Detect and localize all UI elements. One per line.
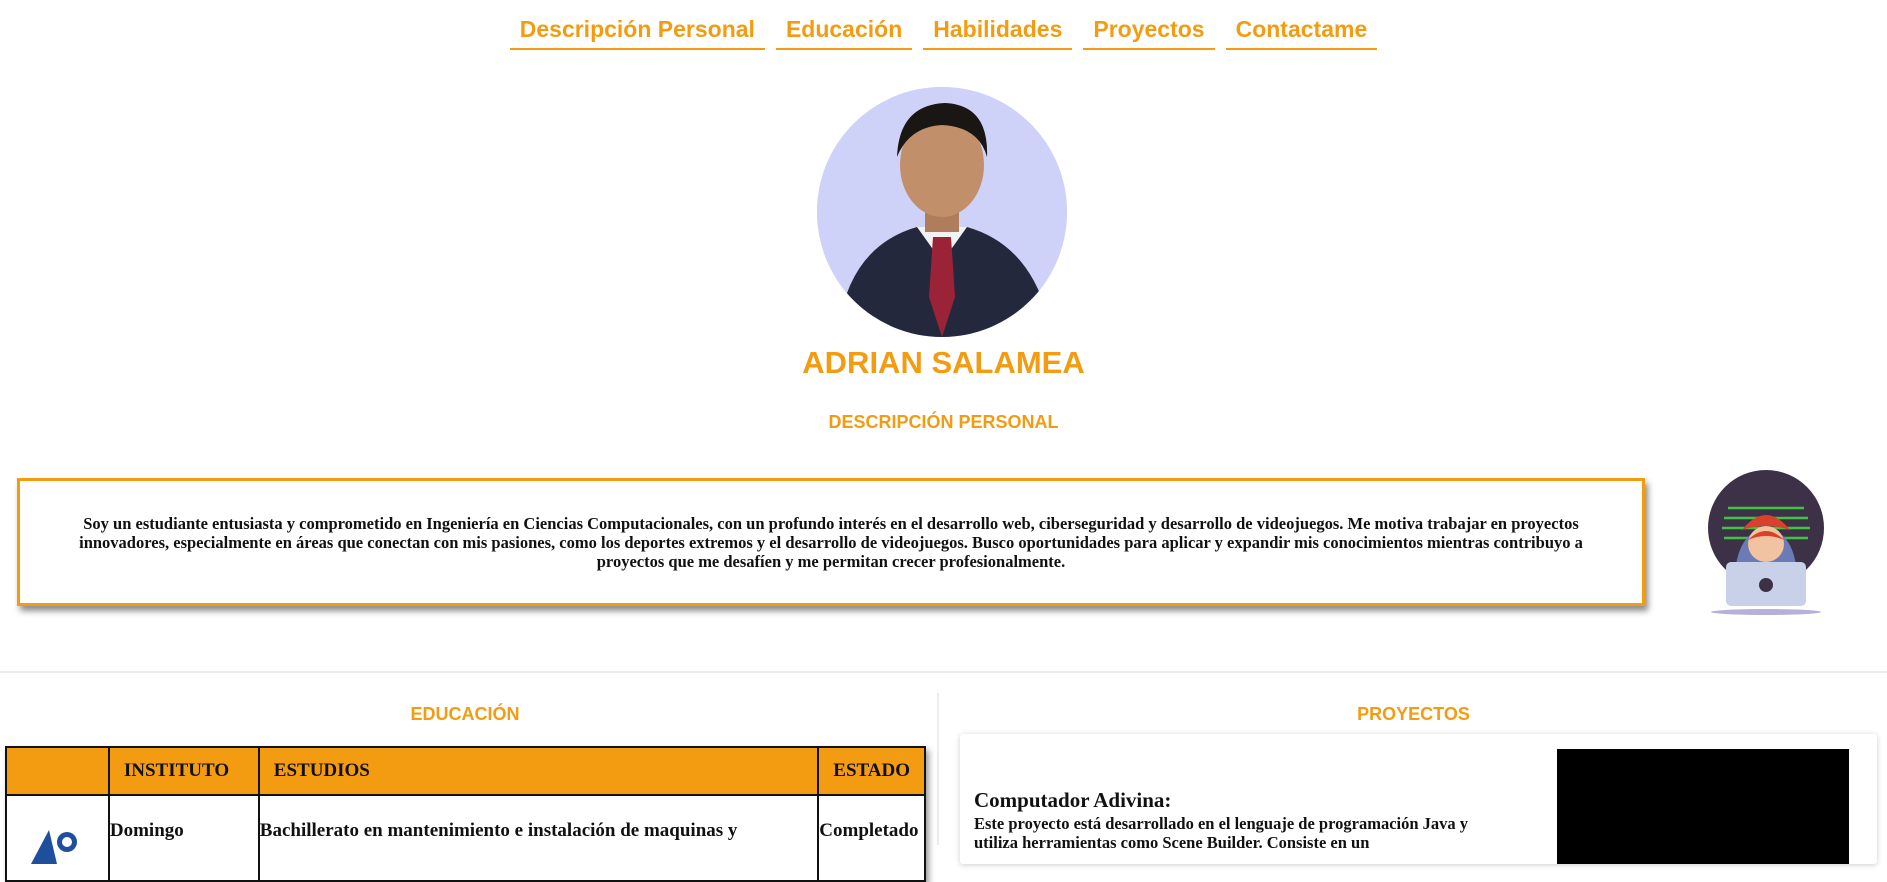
nav-link-descripcion-personal[interactable]: Descripción Personal: [509, 0, 765, 50]
institute-logo: [5, 794, 110, 882]
section-divider: [0, 671, 1887, 673]
table-header-estado: ESTADO: [817, 746, 926, 796]
institute-name: Domingo: [107, 794, 260, 882]
project-description: Este proyecto está desarrollado en el le…: [974, 814, 1469, 852]
status-text: Completado: [817, 794, 926, 882]
nav-link-contactame[interactable]: Contactame: [1225, 0, 1378, 50]
nav-link-educacion[interactable]: Educación: [775, 0, 913, 50]
table-header-instituto: INSTITUTO: [107, 746, 260, 796]
nav-link-habilidades[interactable]: Habilidades: [923, 0, 1073, 50]
project-video[interactable]: [1557, 749, 1849, 864]
description-box: Soy un estudiante entusiasta y compromet…: [17, 478, 1645, 606]
education-heading: EDUCACIÓN: [410, 704, 520, 724]
top-nav: Descripción Personal Educación Habilidad…: [0, 0, 1887, 68]
column-divider: [937, 693, 939, 845]
hacker-illustration: [1708, 470, 1824, 615]
project-title: Computador Adivina:: [974, 788, 1172, 812]
profile-name: ADRIAN SALAMEA: [802, 345, 1085, 380]
nav-link-proyectos[interactable]: Proyectos: [1083, 0, 1215, 50]
profile-photo: [817, 87, 1067, 337]
projects-heading: PROYECTOS: [1357, 704, 1470, 724]
description-heading: DESCRIPCIÓN PERSONAL: [828, 412, 1059, 432]
description-text: Soy un estudiante entusiasta y compromet…: [79, 513, 1583, 571]
education-table: INSTITUTO ESTUDIOS ESTADO Domingo Bachil…: [5, 746, 926, 882]
studies-text: Bachillerato en mantenimiento e instalac…: [257, 794, 820, 882]
table-header-row: INSTITUTO ESTUDIOS ESTADO: [5, 746, 926, 796]
table-row: Domingo Bachillerato en mantenimiento e …: [5, 794, 926, 882]
table-header-estudios: ESTUDIOS: [257, 746, 820, 796]
table-header-logo: [5, 746, 110, 796]
